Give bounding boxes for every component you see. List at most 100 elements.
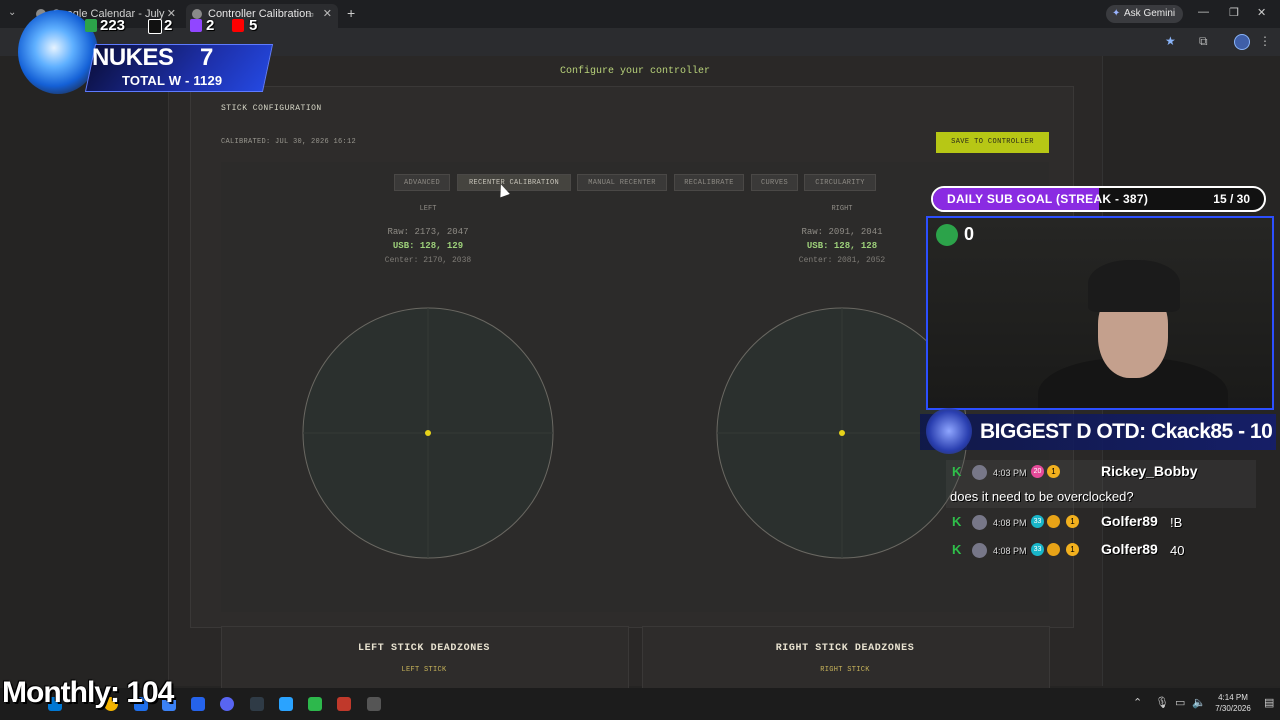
sub-goal-label: DAILY SUB GOAL (STREAK - 387) [947, 192, 1149, 206]
recorder-icon[interactable] [367, 697, 381, 711]
discord-icon[interactable] [220, 697, 234, 711]
left-deadzones-card [221, 626, 629, 690]
crown-badge-icon [1047, 515, 1060, 528]
tiktok-count: 2 [164, 17, 173, 34]
clock-time: 4:14 PM [1218, 693, 1248, 702]
right-stick-position-dot [839, 430, 845, 436]
tab-manual-recenter[interactable]: MANUAL RECENTER [577, 174, 667, 191]
video-app-icon[interactable] [337, 697, 351, 711]
right-center-readout: Center: 2081, 2052 [798, 256, 886, 265]
nukes-label: NUKES [92, 44, 174, 71]
sub-goal-count: 15 / 30 [1213, 192, 1250, 206]
tab-label: Controller Calibration [208, 8, 312, 20]
vscode-icon[interactable] [279, 697, 293, 711]
gift-badge: 1 [1066, 515, 1079, 528]
webcam-feed: 0 [926, 216, 1274, 410]
gift-badge: 1 [1047, 465, 1060, 478]
chat-message: 40 [1170, 543, 1185, 558]
tab-recenter-calibration[interactable]: RECENTER CALIBRATION [457, 174, 571, 191]
chat-time: 4:08 PM [993, 518, 1027, 528]
left-usb-readout: USB: 128, 129 [392, 241, 464, 251]
sub-badge: 20 [1031, 465, 1044, 478]
gemini-spark-icon: ✦ [1112, 8, 1121, 19]
twitch-count: 2 [206, 17, 215, 34]
profile-avatar[interactable] [1234, 34, 1250, 50]
microphone-icon[interactable]: 🎙 [1155, 696, 1169, 709]
bookmark-star-icon[interactable]: ★ [1165, 34, 1176, 48]
youtube-count: 5 [249, 17, 258, 34]
chat-username: Golfer89 [1101, 513, 1158, 529]
left-stick-label: LEFT [419, 205, 437, 213]
left-stick-visualizer [302, 307, 554, 559]
chat-time: 4:03 PM [993, 468, 1027, 478]
daily-sub-goal-bar: DAILY SUB GOAL (STREAK - 387) 15 / 30 [931, 186, 1266, 212]
tab-search-icon[interactable]: ⌄ [8, 7, 16, 18]
kick-badge-icon [936, 224, 958, 246]
chat-avatar [972, 543, 987, 558]
close-window-icon[interactable]: ✕ [1257, 6, 1266, 19]
biggest-donation-text: BIGGEST D OTD: Ckack85 - 10 [980, 420, 1273, 443]
calibrated-timestamp: CALIBRATED: JUL 30, 2026 16:12 [221, 138, 357, 146]
ask-gemini-button[interactable]: ✦ Ask Gemini [1106, 5, 1184, 23]
total-wins: TOTAL W - 1129 [122, 73, 223, 88]
minimize-icon[interactable]: — [1198, 6, 1209, 18]
save-to-controller-button[interactable]: SAVE TO CONTROLLER [936, 132, 1049, 153]
extensions-icon[interactable]: ⧉ [1199, 34, 1208, 49]
picture-in-picture-icon[interactable]: ▭ [305, 4, 314, 24]
right-deadzones-card [642, 626, 1050, 690]
left-stick-position-dot [425, 430, 431, 436]
chat-avatar [972, 465, 987, 480]
maximize-icon[interactable]: ❐ [1229, 6, 1239, 19]
monthly-counter: Monthly: 104 [2, 676, 174, 709]
kick-chat-icon: K [952, 464, 962, 479]
clock-date: 7/30/2026 [1215, 704, 1251, 713]
page-heading: Configure your controller [559, 66, 711, 77]
network-icon[interactable]: ▭ [1175, 696, 1185, 709]
tiktok-icon [148, 19, 162, 34]
tab-curves[interactable]: CURVES [751, 174, 798, 191]
chat-avatar [972, 515, 987, 530]
globe-favicon-icon [192, 9, 202, 19]
twitch-icon [190, 19, 202, 32]
sub-badge: 33 [1031, 515, 1044, 528]
webcam-counter: 0 [964, 224, 975, 244]
chat-username: Rickey_Bobby [1101, 463, 1198, 479]
kick-count: 223 [100, 17, 126, 34]
volume-icon[interactable]: 🔈 [1192, 696, 1206, 709]
menu-dots-icon[interactable]: ⋮ [1259, 34, 1271, 48]
app-arrow-icon[interactable] [191, 697, 205, 711]
right-deadzones-subtitle: RIGHT STICK [820, 666, 870, 674]
android-icon[interactable] [308, 697, 322, 711]
terminal-icon[interactable] [250, 697, 264, 711]
crown-badge-icon [1047, 543, 1060, 556]
kick-chat-icon: K [952, 514, 962, 529]
taskbar-clock[interactable]: 4:14 PM 7/30/2026 [1208, 692, 1258, 714]
kick-chat-icon: K [952, 542, 962, 557]
notifications-icon[interactable]: ▤ [1264, 696, 1274, 709]
nukes-count: 7 [200, 44, 214, 71]
sub-badge: 33 [1031, 543, 1044, 556]
new-tab-icon[interactable]: + [347, 5, 355, 21]
right-usb-readout: USB: 128, 128 [806, 241, 878, 251]
close-tab-icon[interactable]: ✕ [323, 4, 332, 24]
youtube-icon [232, 19, 244, 32]
gift-badge: 1 [1066, 543, 1079, 556]
right-stick-label: RIGHT [831, 205, 853, 213]
tab-recalibrate[interactable]: RECALIBRATE [674, 174, 744, 191]
card-title: STICK CONFIGURATION [221, 104, 322, 113]
streamer-cap [1088, 260, 1180, 312]
chat-time: 4:08 PM [993, 546, 1027, 556]
biggest-donation-banner: BIGGEST D OTD: Ckack85 - 10 [920, 408, 1276, 454]
left-deadzones-title: LEFT STICK DEADZONES [357, 643, 491, 654]
left-raw-readout: Raw: 2173, 2047 [387, 227, 469, 237]
tab-circularity[interactable]: CIRCULARITY [804, 174, 876, 191]
left-deadzones-subtitle: LEFT STICK [401, 666, 447, 674]
left-center-readout: Center: 2170, 2038 [384, 256, 472, 265]
right-deadzones-title: RIGHT STICK DEADZONES [775, 643, 915, 654]
chat-message: !B [1170, 515, 1183, 530]
skull-emblem-icon [926, 408, 972, 454]
right-raw-readout: Raw: 2091, 2041 [801, 227, 883, 237]
tray-chevron-icon[interactable]: ⌃ [1133, 696, 1142, 709]
tab-advanced[interactable]: ADVANCED [394, 174, 450, 191]
kick-icon [85, 19, 97, 32]
